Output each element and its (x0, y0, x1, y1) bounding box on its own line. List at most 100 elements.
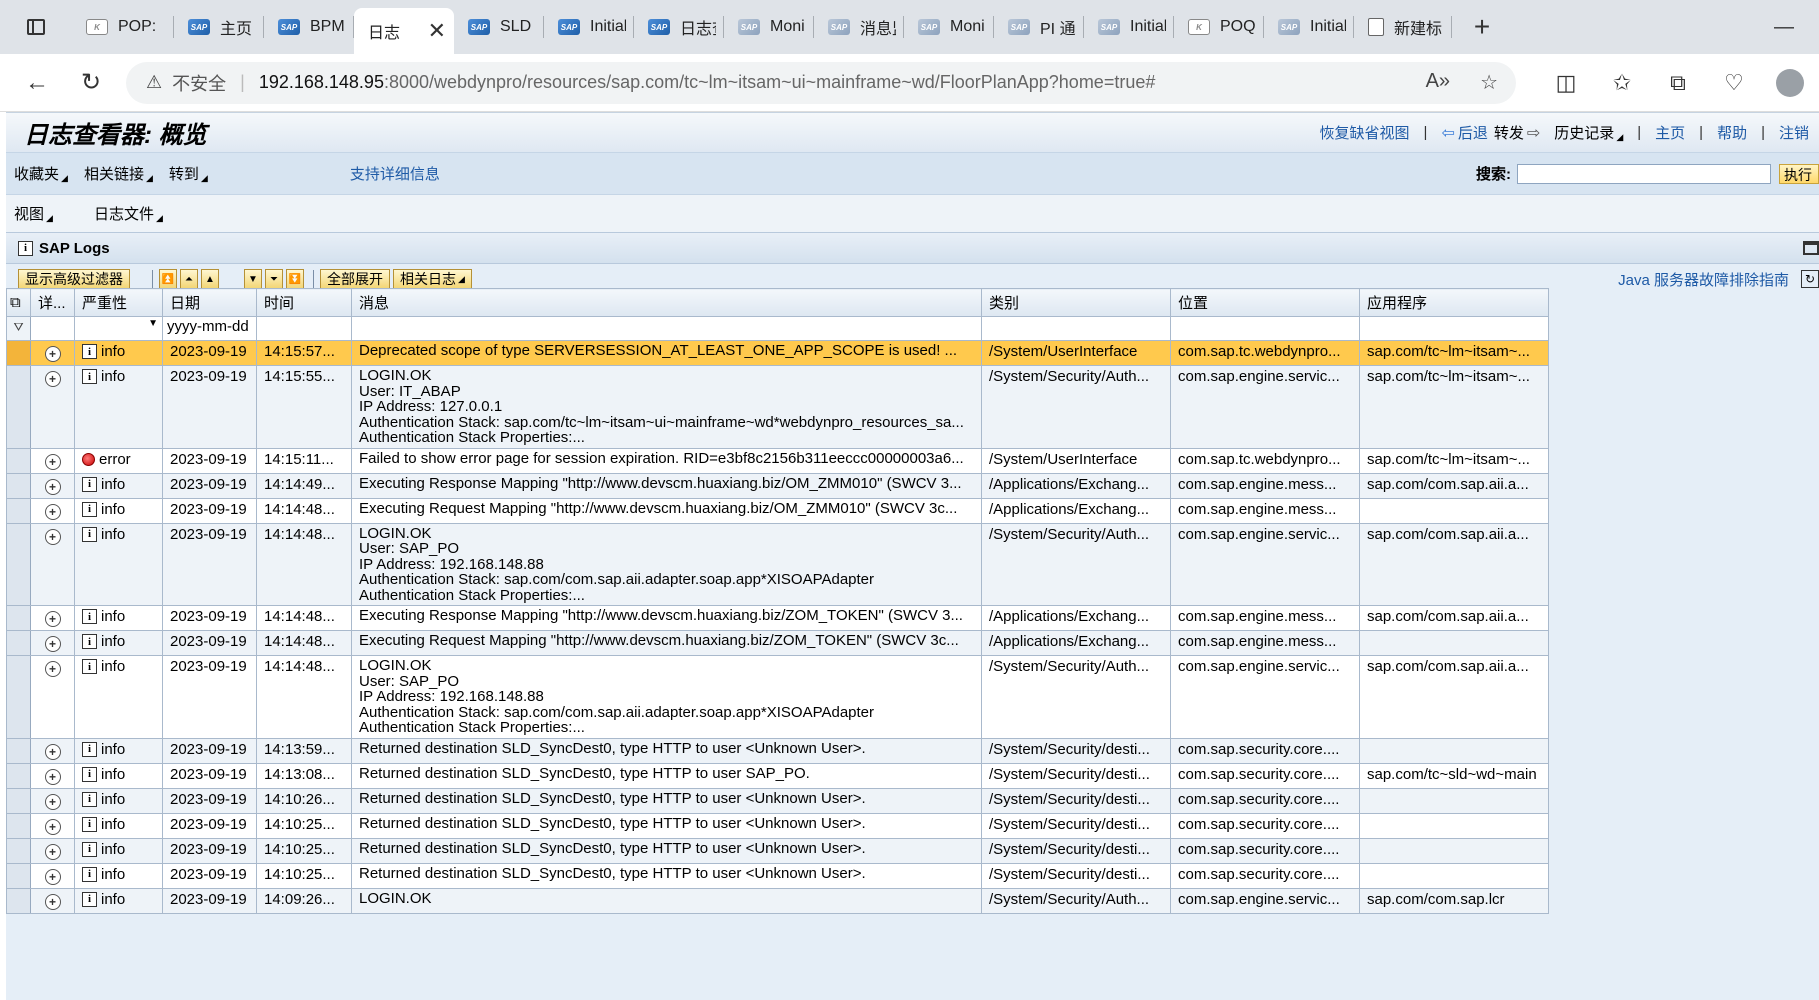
browser-essentials-icon[interactable]: ♡ (1706, 54, 1762, 112)
browser-tab[interactable]: K POP: (72, 0, 174, 54)
expand-row-icon[interactable]: + (44, 503, 61, 520)
row-selector[interactable] (6, 497, 31, 524)
filter-date[interactable]: yyyy-mm-dd (162, 316, 257, 341)
goto-menu[interactable]: 转到 ◢ (161, 163, 216, 184)
column-header-message[interactable]: 消息 (351, 288, 982, 317)
related-links-menu[interactable]: 相关链接 ◢ (76, 163, 161, 184)
row-selector[interactable] (6, 522, 31, 606)
expand-row-icon[interactable]: + (44, 868, 61, 885)
row-selector[interactable] (6, 862, 31, 889)
filter-icon[interactable]: ⛛ (6, 316, 31, 341)
table-row[interactable]: + i info 2023-09-19 14:10:25... Returned dest… (6, 862, 1549, 889)
browser-tab[interactable]: SAP 主页 (174, 0, 264, 54)
browser-tab[interactable]: SAP Moni (724, 0, 814, 54)
expand-row-icon[interactable]: + (44, 893, 61, 910)
column-header-category[interactable]: 类别 (981, 288, 1171, 317)
table-row[interactable]: + error 2023-09-19 14:15:11... Failed to sho… (6, 447, 1549, 474)
row-selector[interactable] (6, 887, 31, 914)
expand-row-icon[interactable]: + (44, 478, 61, 495)
table-row[interactable]: + i info 2023-09-19 14:13:59... Returned dest… (6, 737, 1549, 764)
view-menu[interactable]: 视图 ◢ (6, 203, 86, 224)
home-link[interactable]: 主页 (1655, 122, 1685, 143)
page-down-icon[interactable]: ⏷ (265, 269, 283, 289)
split-screen-icon[interactable]: ◫ (1538, 54, 1594, 112)
minimize-button[interactable]: — (1749, 0, 1819, 54)
expand-row-icon[interactable]: + (44, 636, 61, 652)
browser-tab[interactable]: 新建标 (1354, 0, 1452, 54)
column-header-location[interactable]: 位置 (1170, 288, 1360, 317)
search-input[interactable] (1517, 163, 1771, 184)
row-selector[interactable] (6, 365, 31, 449)
browser-tab[interactable]: 日志 ✕ (354, 8, 454, 54)
filter-location[interactable] (1170, 316, 1360, 341)
url-field[interactable]: ⚠ 不安全 | 192.168.148.95:8000/webdynpro/re… (126, 61, 1516, 104)
expand-row-icon[interactable]: + (44, 453, 61, 470)
table-row[interactable]: + i info 2023-09-19 14:09:26... LOGIN.OK/Syst… (6, 887, 1549, 914)
dropdown-arrow-icon[interactable]: ▼ (148, 318, 158, 329)
profile-avatar-icon[interactable] (1762, 54, 1818, 112)
filter-category[interactable] (981, 316, 1171, 341)
table-row[interactable]: + i info 2023-09-19 14:14:48... Executing Res… (6, 605, 1549, 631)
row-selector[interactable] (6, 812, 31, 839)
row-selector[interactable] (6, 340, 31, 366)
table-row[interactable]: + i info 2023-09-19 14:14:48... LOGIN.OK User:… (6, 655, 1549, 739)
expand-row-icon[interactable]: + (44, 661, 61, 677)
row-selector[interactable] (6, 447, 31, 474)
favorites-menu[interactable]: 收藏夹 ◢ (6, 163, 76, 184)
window-menu-icon[interactable] (0, 0, 72, 54)
expand-row-icon[interactable]: + (44, 843, 61, 860)
search-execute-button[interactable]: 执行 (1779, 163, 1819, 184)
restore-default-view-link[interactable]: 恢复缺省视图 (1320, 122, 1410, 143)
row-up-icon[interactable]: ▲ (201, 269, 219, 289)
scroll-bottom-icon[interactable]: ⏬ (286, 269, 304, 289)
browser-tab[interactable]: SAP BPM (264, 0, 354, 54)
logout-link[interactable]: 注销 (1779, 122, 1809, 143)
expand-row-icon[interactable]: + (44, 818, 61, 835)
reload-icon[interactable]: ↻ (64, 54, 118, 112)
browser-tab[interactable]: SAP Initial (1264, 0, 1354, 54)
support-details-link[interactable]: 支持详细信息 (350, 163, 440, 184)
collections-icon[interactable]: ⧉ (1650, 54, 1706, 112)
scroll-top-icon[interactable]: ⏫ (159, 269, 177, 289)
filter-time[interactable] (256, 316, 352, 341)
forward-arrow-icon[interactable]: ⇨ (1527, 123, 1540, 143)
browser-tab[interactable]: SAP PI 通信 (994, 0, 1084, 54)
expand-row-icon[interactable]: + (44, 743, 61, 760)
favorites-icon[interactable]: ✩ (1594, 54, 1650, 112)
java-troubleshooting-guide-link[interactable]: Java 服务器故障排除指南 (1618, 269, 1801, 290)
table-row[interactable]: + i info 2023-09-19 14:10:25... Returned dest… (6, 837, 1549, 864)
column-header-severity[interactable]: 严重性 (74, 288, 163, 317)
browser-tab[interactable]: SAP SLD (454, 0, 544, 54)
maximize-panel-icon[interactable] (1803, 241, 1819, 255)
related-logs-button[interactable]: 相关日志 ◢ (393, 269, 472, 289)
table-row[interactable]: + i info 2023-09-19 14:14:48... LOGIN.OK User:… (6, 522, 1549, 606)
page-up-icon[interactable]: ⏶ (180, 269, 198, 289)
row-down-icon[interactable]: ▼ (244, 269, 262, 289)
browser-tab[interactable]: K POQ: (1174, 0, 1264, 54)
row-selector[interactable] (6, 737, 31, 764)
row-selector[interactable] (6, 472, 31, 499)
row-selector[interactable] (6, 605, 31, 631)
column-header-time[interactable]: 时间 (256, 288, 352, 317)
table-row[interactable]: + i info 2023-09-19 14:13:08... Returned dest… (6, 762, 1549, 789)
read-aloud-icon[interactable]: A» (1426, 70, 1450, 95)
filter-application[interactable] (1359, 316, 1549, 341)
row-selector[interactable] (6, 630, 31, 656)
filter-severity[interactable]: ▼ (74, 316, 163, 341)
row-selector[interactable] (6, 655, 31, 739)
expand-row-icon[interactable]: + (44, 611, 61, 627)
browser-tab[interactable]: SAP 日志查 (634, 0, 724, 54)
column-header-application[interactable]: 应用程序 (1359, 288, 1549, 317)
column-header-details[interactable]: 详... (30, 288, 75, 317)
expand-all-button[interactable]: 全部展开 (320, 269, 390, 289)
history-menu[interactable]: 历史记录 ◢ (1554, 122, 1623, 143)
browser-tab[interactable]: SAP 消息监 (814, 0, 904, 54)
table-row[interactable]: + i info 2023-09-19 14:14:48... Executing Req… (6, 630, 1549, 656)
insecure-label[interactable]: 不安全 (172, 70, 226, 96)
row-selector[interactable] (6, 837, 31, 864)
expand-row-icon[interactable]: + (44, 346, 61, 362)
table-row[interactable]: + i info 2023-09-19 14:10:26... Returned dest… (6, 787, 1549, 814)
back-link[interactable]: 后退 (1458, 122, 1488, 143)
column-header-date[interactable]: 日期 (162, 288, 257, 317)
browser-tab[interactable]: SAP Initial (1084, 0, 1174, 54)
